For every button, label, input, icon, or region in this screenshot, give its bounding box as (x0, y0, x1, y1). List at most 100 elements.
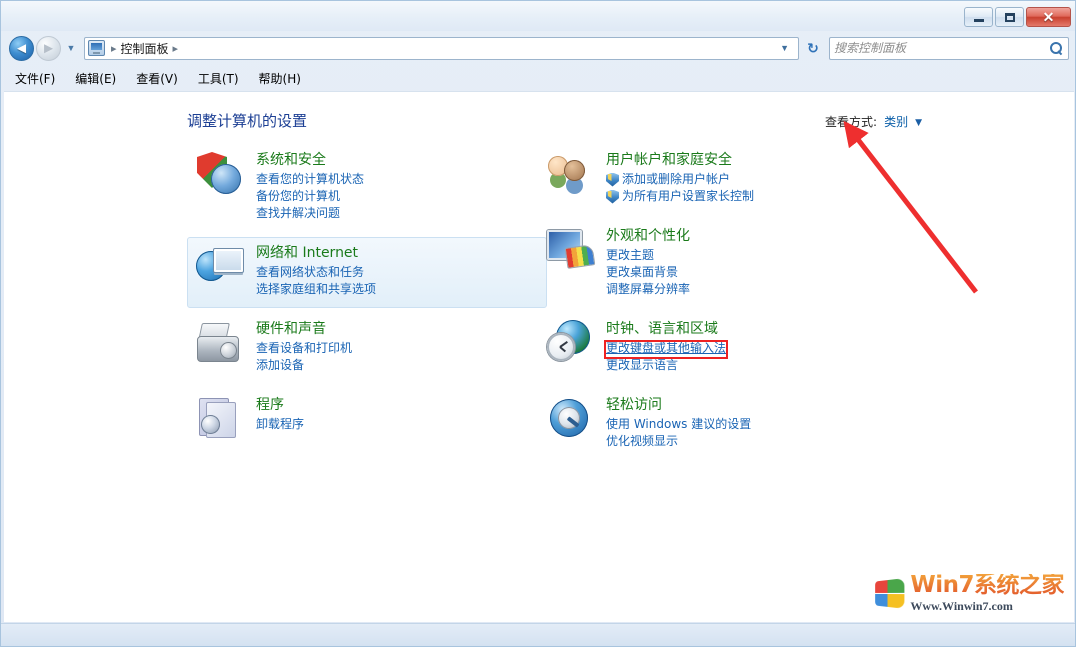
category-link-label: 使用 Windows 建议的设置 (606, 416, 751, 433)
category-link[interactable]: 使用 Windows 建议的设置 (606, 416, 888, 433)
category-link-label: 查看网络状态和任务 (256, 264, 364, 281)
category-item[interactable]: 网络和 Internet 查看网络状态和任务选择家庭组和共享选项 (187, 237, 547, 308)
category-link-label: 卸载程序 (256, 416, 304, 433)
close-button[interactable]: ✕ (1026, 7, 1071, 27)
navigation-bar: ◄ ► ▼ ▸ 控制面板 ▸ ▼ ↻ (1, 31, 1076, 65)
refresh-button[interactable]: ↻ (801, 37, 825, 60)
category-title[interactable]: 系统和安全 (256, 151, 326, 169)
control-panel-icon (88, 40, 105, 56)
category-title[interactable]: 用户帐户和家庭安全 (606, 151, 732, 169)
page-title: 调整计算机的设置 (187, 110, 307, 131)
uac-shield-icon (606, 190, 619, 204)
users-icon (546, 150, 594, 198)
menu-tools[interactable]: 工具(T) (198, 67, 250, 90)
recent-pages-button[interactable]: ▼ (63, 43, 79, 53)
programs-icon-detail (201, 415, 220, 434)
category-title[interactable]: 外观和个性化 (606, 227, 690, 245)
clock-region-icon-detail (559, 341, 568, 348)
category-item[interactable]: 时钟、语言和区域更改键盘或其他输入法更改显示语言 (537, 313, 897, 384)
breadcrumb-control-panel[interactable]: 控制面板 (121, 40, 169, 57)
search-input[interactable] (834, 41, 1049, 55)
category-body: 网络和 Internet 查看网络状态和任务选择家庭组和共享选项 (256, 243, 538, 298)
category-link-label: 更改主题 (606, 247, 654, 264)
title-bar: ✕ (1, 1, 1076, 31)
category-title[interactable]: 轻松访问 (606, 396, 662, 414)
category-link-label: 优化视频显示 (606, 433, 678, 450)
watermark-title: Win7系统之家 (910, 574, 1064, 597)
category-link-label: 查看设备和打印机 (256, 340, 352, 357)
maximize-icon (1005, 13, 1015, 22)
category-link[interactable]: 查找并解决问题 (256, 205, 538, 222)
menu-edit[interactable]: 编辑(E) (75, 67, 127, 90)
watermark-text: Win7系统之家 Www.Winwin7.com (910, 574, 1064, 612)
category-body: 轻松访问使用 Windows 建议的设置优化视频显示 (606, 395, 888, 450)
category-link[interactable]: 添加设备 (256, 357, 538, 374)
menu-file[interactable]: 文件(F) (15, 67, 66, 90)
category-link[interactable]: 选择家庭组和共享选项 (256, 281, 538, 298)
category-body: 外观和个性化更改主题更改桌面背景调整屏幕分辨率 (606, 226, 888, 298)
category-link[interactable]: 更改显示语言 (606, 357, 888, 374)
category-link[interactable]: 备份您的计算机 (256, 188, 538, 205)
printer-icon (196, 319, 244, 367)
category-link[interactable]: 更改主题 (606, 247, 888, 264)
category-link[interactable]: 卸载程序 (256, 416, 538, 433)
chevron-down-icon: ▼ (67, 43, 76, 53)
menu-help[interactable]: 帮助(H) (259, 67, 312, 90)
search-box[interactable] (829, 37, 1069, 60)
category-link[interactable]: 查看您的计算机状态 (256, 171, 538, 188)
category-title[interactable]: 网络和 Internet (256, 244, 358, 262)
minimize-button[interactable] (964, 7, 993, 27)
menu-view[interactable]: 查看(V) (136, 67, 189, 90)
category-link-label: 查看您的计算机状态 (256, 171, 364, 188)
forward-button[interactable]: ► (36, 36, 61, 61)
category-link-label: 更改键盘或其他输入法 (606, 340, 726, 357)
back-icon: ◄ (14, 40, 29, 57)
address-dropdown-icon[interactable]: ▼ (773, 43, 796, 53)
chevron-down-icon[interactable]: ▼ (915, 118, 922, 128)
category-link[interactable]: 优化视频显示 (606, 433, 888, 450)
search-icon[interactable] (1049, 41, 1064, 56)
network-globe-icon (196, 243, 244, 291)
category-item[interactable]: 程序卸载程序 (187, 389, 547, 453)
window-controls: ✕ (964, 7, 1071, 27)
category-body: 程序卸载程序 (256, 395, 538, 443)
category-item[interactable]: 外观和个性化更改主题更改桌面背景调整屏幕分辨率 (537, 220, 897, 308)
window-bottom-strip (1, 623, 1076, 646)
menu-bar: 文件(F) 编辑(E) 查看(V) 工具(T) 帮助(H) (1, 65, 1076, 91)
category-title[interactable]: 硬件和声音 (256, 320, 326, 338)
category-link[interactable]: 更改桌面背景 (606, 264, 888, 281)
category-link-label: 更改显示语言 (606, 357, 678, 374)
forward-icon: ► (41, 40, 56, 57)
view-by-value[interactable]: 类别 (884, 113, 908, 130)
category-title[interactable]: 程序 (256, 396, 284, 414)
category-title[interactable]: 时钟、语言和区域 (606, 320, 718, 338)
category-item[interactable]: 用户帐户和家庭安全添加或删除用户帐户为所有用户设置家长控制 (537, 144, 897, 215)
category-item[interactable]: 轻松访问使用 Windows 建议的设置优化视频显示 (537, 389, 897, 460)
category-item[interactable]: 硬件和声音查看设备和打印机添加设备 (187, 313, 547, 384)
category-column-right: 用户帐户和家庭安全添加或删除用户帐户为所有用户设置家长控制外观和个性化更改主题更… (537, 144, 897, 465)
category-body: 系统和安全查看您的计算机状态备份您的计算机查找并解决问题 (256, 150, 538, 222)
category-link[interactable]: 调整屏幕分辨率 (606, 281, 888, 298)
category-link-label: 备份您的计算机 (256, 188, 340, 205)
category-link-label: 添加设备 (256, 357, 304, 374)
category-link[interactable]: 添加或删除用户帐户 (606, 171, 888, 188)
view-by-control: 查看方式: 类别 ▼ (825, 113, 922, 130)
maximize-button[interactable] (995, 7, 1024, 27)
category-link-label: 更改桌面背景 (606, 264, 678, 281)
category-item[interactable]: 系统和安全查看您的计算机状态备份您的计算机查找并解决问题 (187, 144, 547, 232)
breadcrumb-separator-end-icon[interactable]: ▸ (169, 42, 183, 55)
windows-flag-icon (873, 580, 903, 607)
category-link-label: 添加或删除用户帐户 (622, 171, 730, 188)
category-link-label: 为所有用户设置家长控制 (622, 188, 754, 205)
category-link[interactable]: 更改键盘或其他输入法 (606, 340, 888, 357)
address-bar[interactable]: ▸ 控制面板 ▸ ▼ (84, 37, 799, 60)
programs-icon (196, 395, 244, 443)
category-link[interactable]: 查看设备和打印机 (256, 340, 538, 357)
category-link[interactable]: 为所有用户设置家长控制 (606, 188, 888, 205)
category-link[interactable]: 查看网络状态和任务 (256, 264, 538, 281)
category-body: 硬件和声音查看设备和打印机添加设备 (256, 319, 538, 374)
ease-of-access-icon-detail (567, 416, 580, 427)
breadcrumb-separator-icon: ▸ (107, 42, 121, 55)
back-button[interactable]: ◄ (9, 36, 34, 61)
category-link-label: 调整屏幕分辨率 (606, 281, 690, 298)
